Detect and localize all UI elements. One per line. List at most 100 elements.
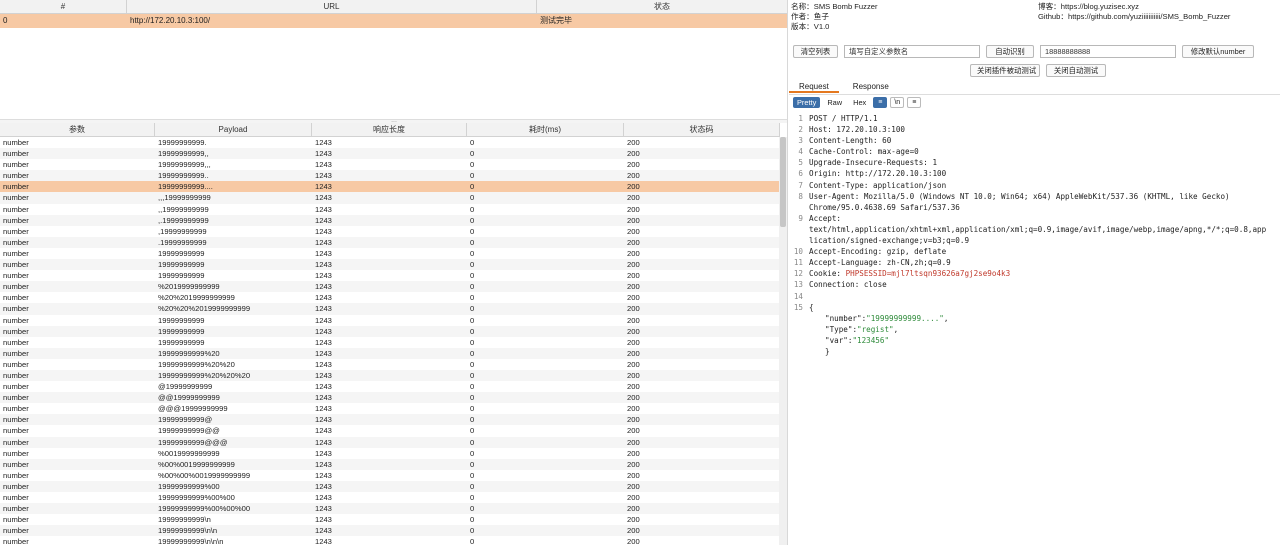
row-param: number bbox=[3, 271, 29, 281]
payload-row[interactable]: number 19999999999%00%00%00 1243 0 200 bbox=[0, 503, 780, 515]
menu-icon[interactable]: ≡ bbox=[907, 97, 922, 108]
row-payload: 19999999999,,, bbox=[158, 160, 211, 170]
row-code: 200 bbox=[627, 237, 640, 247]
wrap-lines-icon[interactable]: ≡ bbox=[873, 97, 888, 108]
payload-row[interactable]: number %0019999999999 1243 0 200 bbox=[0, 448, 780, 459]
payload-row[interactable]: number 19999999999%00 1243 0 200 bbox=[0, 480, 780, 492]
col-length-header[interactable]: 响应长度 bbox=[312, 123, 467, 136]
payload-row[interactable]: number 19999999999,, 1243 0 200 bbox=[0, 148, 780, 160]
col-url-header[interactable]: URL bbox=[127, 0, 537, 13]
row-time: 0 bbox=[470, 359, 475, 369]
code-line: "var":"123456" bbox=[825, 335, 890, 345]
view-hex-button[interactable]: Hex bbox=[849, 97, 870, 108]
payload-row[interactable]: number 19999999999 1243 0 200 bbox=[0, 315, 780, 326]
payload-row[interactable]: number %2019999999999 1243 0 200 bbox=[0, 281, 780, 293]
payload-row[interactable]: number %00%0019999999999 1243 0 200 bbox=[0, 458, 780, 470]
modify-number-button[interactable]: 修改默认number bbox=[1182, 45, 1254, 58]
payload-row[interactable]: number %00%00%0019999999999 1243 0 200 bbox=[0, 470, 780, 481]
payload-row[interactable]: number %20%2019999999999 1243 0 200 bbox=[0, 292, 780, 303]
payload-row[interactable]: number 19999999999.. 1243 0 200 bbox=[0, 170, 780, 182]
default-number-field[interactable]: 18888888888 bbox=[1040, 45, 1176, 58]
payload-row[interactable]: number 19999999999.... 1243 0 200 bbox=[0, 181, 780, 193]
tab-divider bbox=[789, 94, 1280, 95]
close-auto-test-button[interactable]: 关闭自动测试 bbox=[1046, 64, 1106, 77]
payload-row[interactable]: number 19999999999@ 1243 0 200 bbox=[0, 414, 780, 426]
payload-row[interactable]: number 19999999999 1243 0 200 bbox=[0, 259, 780, 271]
row-param: number bbox=[3, 537, 29, 545]
row-time: 0 bbox=[470, 337, 475, 347]
json-key: "Type" bbox=[825, 324, 853, 334]
row-length: 1243 bbox=[315, 215, 332, 225]
row-code: 200 bbox=[627, 171, 640, 181]
payload-row[interactable]: number 19999999999 1243 0 200 bbox=[0, 270, 780, 281]
row-code: 200 bbox=[627, 215, 640, 225]
payload-row[interactable]: number 19999999999%00%00 1243 0 200 bbox=[0, 492, 780, 503]
row-time: 0 bbox=[470, 437, 475, 447]
row-time: 0 bbox=[470, 160, 475, 170]
row-code: 200 bbox=[627, 182, 640, 192]
payload-row[interactable]: number 19999999999\n\n\n 1243 0 200 bbox=[0, 536, 780, 545]
payload-row[interactable]: number 19999999999%20%20 1243 0 200 bbox=[0, 359, 780, 370]
row-payload: %00%0019999999999 bbox=[158, 459, 235, 469]
clear-list-button[interactable]: 清空列表 bbox=[793, 45, 838, 58]
row-code: 200 bbox=[627, 470, 640, 480]
code-line: 9 Accept: bbox=[793, 213, 1277, 224]
tab-response[interactable]: Response bbox=[843, 80, 899, 93]
row-length: 1243 bbox=[315, 315, 332, 325]
col-code-header[interactable]: 状态码 bbox=[624, 123, 780, 136]
payload-row[interactable]: number 19999999999\n\n 1243 0 200 bbox=[0, 525, 780, 537]
plugin-github: Github：https://github.com/yuziiiiiiiiiii… bbox=[1038, 12, 1231, 21]
col-param-header[interactable]: 参数 bbox=[0, 123, 155, 136]
col-payload-header[interactable]: Payload bbox=[155, 123, 312, 136]
tab-request[interactable]: Request bbox=[789, 80, 839, 93]
payload-row[interactable]: number ,.19999999999 1243 0 200 bbox=[0, 214, 780, 226]
row-param: number bbox=[3, 526, 29, 536]
payload-row[interactable]: number ,19999999999 1243 0 200 bbox=[0, 226, 780, 237]
row-time: 0 bbox=[470, 260, 475, 270]
plugin-info-left: 名称：SMS Bomb Fuzzer 作者：鱼子 版本：V1.0 bbox=[791, 2, 878, 32]
payload-row[interactable]: number 19999999999,,, 1243 0 200 bbox=[0, 159, 780, 170]
payload-row[interactable]: number %20%20%2019999999999 1243 0 200 bbox=[0, 303, 780, 315]
payload-row[interactable]: number 19999999999%20 1243 0 200 bbox=[0, 347, 780, 359]
payload-row[interactable]: number .19999999999 1243 0 200 bbox=[0, 236, 780, 248]
url-table-row[interactable]: 0 http://172.20.10.3:100/ 测试完毕 bbox=[0, 14, 787, 28]
payload-row[interactable]: number 19999999999 1243 0 200 bbox=[0, 337, 780, 348]
row-code: 200 bbox=[627, 426, 640, 436]
auto-detect-button[interactable]: 自动识别 bbox=[986, 45, 1034, 58]
request-editor[interactable]: 1 POST / HTTP/1.1 2 Host: 172.20.10.3:100 3 C… bbox=[793, 113, 1277, 357]
col-time-header[interactable]: 耗时(ms) bbox=[467, 123, 624, 136]
row-time: 0 bbox=[470, 382, 475, 392]
newline-icon[interactable]: \n bbox=[890, 97, 905, 108]
code-line: } bbox=[793, 346, 1277, 357]
payload-row[interactable]: number 19999999999@@ 1243 0 200 bbox=[0, 425, 780, 436]
scrollbar-thumb[interactable] bbox=[780, 137, 786, 227]
row-time: 0 bbox=[470, 537, 475, 545]
payload-row[interactable]: number 19999999999%20%20%20 1243 0 200 bbox=[0, 369, 780, 382]
payload-row[interactable]: number @19999999999 1243 0 200 bbox=[0, 381, 780, 392]
line-number: 8 bbox=[798, 191, 803, 201]
payload-row[interactable]: number 19999999999 1243 0 200 bbox=[0, 325, 780, 337]
json-value: "regist" bbox=[857, 324, 894, 334]
row-payload: 19999999999. bbox=[158, 138, 207, 147]
payload-row[interactable]: number @@@19999999999 1243 0 200 bbox=[0, 403, 780, 414]
payload-row[interactable]: number @@19999999999 1243 0 200 bbox=[0, 392, 780, 404]
line-number: 4 bbox=[798, 147, 803, 157]
col-index-header[interactable]: # bbox=[0, 0, 127, 13]
payload-row[interactable]: number 19999999999. 1243 0 200 bbox=[0, 137, 780, 148]
close-plugin-test-button[interactable]: 关闭插件被动测试 bbox=[970, 64, 1040, 77]
payload-row[interactable]: number ,,19999999999 1243 0 200 bbox=[0, 204, 780, 215]
col-status-header[interactable]: 状态 bbox=[537, 0, 787, 13]
view-pretty-button[interactable]: Pretty bbox=[793, 97, 821, 108]
param-name-field[interactable]: 填写自定义参数名 bbox=[844, 45, 980, 58]
view-raw-button[interactable]: Raw bbox=[823, 97, 846, 108]
payload-row[interactable]: number 19999999999 1243 0 200 bbox=[0, 248, 780, 259]
code-text: Accept: bbox=[809, 213, 842, 223]
payload-row[interactable]: number 19999999999\n 1243 0 200 bbox=[0, 514, 780, 525]
code-line: 8 User-Agent: Mozilla/5.0 (Windows NT 10.… bbox=[793, 191, 1277, 202]
line-number: 10 bbox=[793, 247, 803, 257]
code-line: 14 bbox=[793, 291, 1277, 302]
url-table: # URL 状态 0 http://172.20.10.3:100/ 测试完毕 bbox=[0, 0, 787, 120]
row-code: 200 bbox=[627, 348, 640, 358]
payload-row[interactable]: number ,,,19999999999 1243 0 200 bbox=[0, 192, 780, 204]
payload-row[interactable]: number 19999999999@@@ 1243 0 200 bbox=[0, 436, 780, 448]
